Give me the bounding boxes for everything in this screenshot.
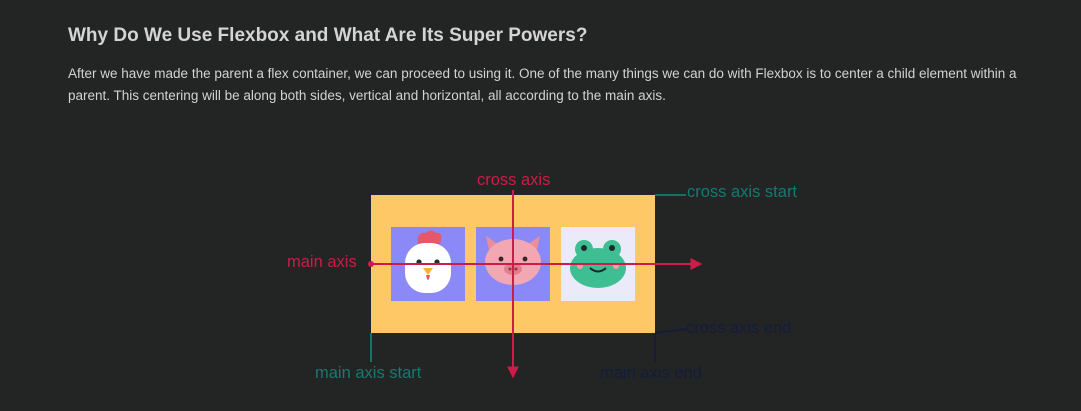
label-main-axis-start: main axis start <box>315 364 422 382</box>
flexbox-axes-diagram: cross axis cross axis start main axis ma… <box>287 171 797 382</box>
label-main-axis-end: main axis end <box>600 364 702 382</box>
label-cross-axis-end: cross axis end <box>686 319 791 337</box>
label-cross-axis: cross axis <box>477 171 550 189</box>
label-main-axis: main axis <box>287 253 357 271</box>
cross-axis-end-connector <box>654 328 687 334</box>
label-cross-axis-start: cross axis start <box>687 183 797 201</box>
